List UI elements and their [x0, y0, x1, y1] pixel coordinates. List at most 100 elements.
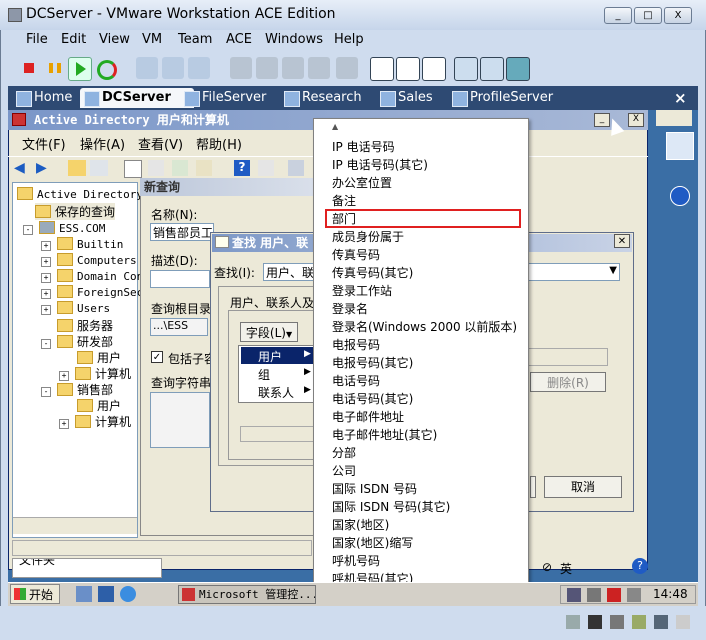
console-icon[interactable]	[336, 57, 358, 79]
field-list-item[interactable]: 呼机号码	[332, 552, 380, 569]
field-list-item[interactable]: 备注	[332, 192, 356, 209]
field-list-item[interactable]: 国家(地区)	[332, 516, 389, 533]
menu-windows[interactable]: Windows	[265, 32, 323, 47]
field-list-item[interactable]: 办公室位置	[332, 174, 392, 191]
field-list-item[interactable]: 国家(地区)缩写	[332, 534, 413, 551]
menu-team[interactable]: Team	[178, 32, 212, 47]
tree-item-domain-controllers[interactable]: + Domain Con	[41, 269, 143, 283]
name-input[interactable]: 销售部员工	[150, 223, 214, 241]
field-list-item[interactable]: 电话号码(其它)	[332, 390, 413, 407]
power-off-icon[interactable]	[24, 63, 34, 73]
field-list-item[interactable]: 登录名	[332, 300, 368, 317]
submenu-item-contact[interactable]: 联系人	[258, 384, 294, 401]
outer-close-buttons[interactable]	[656, 110, 692, 126]
tree-item-computers[interactable]: + Computers	[41, 253, 137, 267]
field-list-item[interactable]: 公司	[332, 462, 356, 479]
expand-icon[interactable]: +	[41, 257, 51, 267]
tree-item-sales-computers[interactable]: + 计算机	[59, 413, 131, 430]
console-view-icon[interactable]	[506, 57, 530, 81]
tree-root[interactable]: Active Directory	[17, 187, 143, 201]
mmc-menu-help[interactable]: 帮助(H)	[196, 134, 242, 153]
back-arrow-icon[interactable]: ◀	[14, 160, 30, 176]
search-icon[interactable]	[666, 132, 694, 160]
refresh-icon[interactable]	[172, 160, 188, 176]
expand-icon[interactable]: +	[59, 419, 69, 429]
quicklaunch-icon[interactable]	[76, 586, 92, 602]
sound-icon[interactable]	[632, 615, 646, 629]
expand-icon[interactable]: +	[41, 289, 51, 299]
tree-saved-queries[interactable]: 保存的查询	[35, 203, 116, 220]
reset-icon[interactable]	[97, 60, 117, 80]
submenu-item-user[interactable]: 用户	[258, 348, 282, 365]
field-list-item[interactable]: 登录名(Windows 2000 以前版本)	[332, 318, 517, 335]
field-list-item[interactable]: IP 电话号码(其它)	[332, 156, 428, 173]
revert-icon[interactable]	[162, 57, 184, 79]
tab-dcserver[interactable]: DCServer	[80, 88, 194, 108]
display-icon[interactable]	[654, 615, 668, 629]
menu-file[interactable]: File	[26, 32, 48, 47]
field-list-item[interactable]: 电报号码	[332, 336, 380, 353]
security-icon[interactable]	[607, 588, 621, 602]
full-screen-icon[interactable]	[422, 57, 446, 81]
network-adapter-icon[interactable]	[588, 615, 602, 629]
messages-icon[interactable]	[676, 615, 690, 629]
cancel-button[interactable]: 取消	[544, 476, 622, 498]
power-on-icon[interactable]	[76, 62, 86, 76]
close-tab-button[interactable]: ×	[670, 88, 687, 108]
start-button[interactable]: 开始	[10, 584, 60, 604]
menu-edit[interactable]: Edit	[61, 32, 86, 47]
forward-arrow-icon[interactable]: ▶	[36, 160, 52, 176]
appliance-icon[interactable]	[480, 57, 504, 81]
help-icon[interactable]: ?	[632, 558, 648, 574]
tree-horizontal-scrollbar[interactable]	[13, 517, 137, 534]
field-list-item[interactable]: 国际 ISDN 号码(其它)	[332, 498, 450, 515]
tab-profileserver[interactable]: ProfileServer	[448, 88, 580, 108]
submenu-item-group[interactable]: 组	[258, 366, 270, 383]
ok-button-edge[interactable]	[530, 476, 536, 498]
team-power-icon[interactable]	[256, 57, 278, 79]
menu-help[interactable]: Help	[334, 32, 364, 47]
field-list-item[interactable]: 电话号码	[332, 372, 380, 389]
mmc-menu-action[interactable]: 操作(A)	[80, 134, 125, 153]
printer-icon[interactable]	[587, 588, 601, 602]
scroll-up-icon[interactable]: ▲	[332, 122, 338, 131]
field-list-item[interactable]: 电子邮件地址	[332, 408, 404, 425]
tree-item-users[interactable]: + Users	[41, 301, 110, 315]
usb-icon[interactable]	[610, 615, 624, 629]
field-list-item[interactable]: 传真号码	[332, 246, 380, 263]
tree-item-builtin[interactable]: + Builtin	[41, 237, 123, 251]
console-tree-icon[interactable]	[258, 160, 274, 176]
tree-item-sales[interactable]: - 销售部	[41, 381, 113, 398]
menu-vm[interactable]: VM	[142, 32, 162, 47]
field-list-item[interactable]: 分部	[332, 444, 356, 461]
help-icon[interactable]: ?	[234, 160, 250, 176]
expand-icon[interactable]: +	[41, 305, 51, 315]
summary-icon[interactable]	[454, 57, 478, 81]
tree-item-sales-users[interactable]: 用户	[77, 397, 121, 414]
description-input[interactable]	[150, 270, 210, 288]
network-icon[interactable]	[567, 588, 581, 602]
team-suspend-icon[interactable]	[282, 57, 304, 79]
menu-view[interactable]: View	[99, 32, 130, 47]
tree-item-servers[interactable]: 服务器	[57, 317, 113, 334]
remove-button[interactable]: 删除(R)	[530, 372, 606, 392]
desktop-icon[interactable]	[98, 586, 114, 602]
up-folder-icon[interactable]	[68, 160, 86, 176]
ie-icon[interactable]	[120, 586, 136, 602]
find-close-button[interactable]: ✕	[614, 234, 630, 248]
expand-icon[interactable]: +	[41, 241, 51, 251]
field-list-item[interactable]: 传真号码(其它)	[332, 264, 413, 281]
tree-item-rd-computers[interactable]: + 计算机	[59, 365, 131, 382]
copy-icon[interactable]	[148, 160, 164, 176]
field-list-item[interactable]: 电子邮件地址(其它)	[332, 426, 437, 443]
field-list-item[interactable]: 登录工作站	[332, 282, 392, 299]
field-list-item[interactable]: IP 电话号码	[332, 138, 395, 155]
sidebar-icon[interactable]	[370, 57, 394, 81]
collapse-icon[interactable]: -	[41, 387, 51, 397]
mmc-close-button[interactable]: X	[628, 113, 644, 127]
minimize-button[interactable]: _	[604, 7, 632, 24]
team-reset-icon[interactable]	[308, 57, 330, 79]
volume-icon[interactable]	[627, 588, 641, 602]
suspend-icon[interactable]	[49, 63, 61, 73]
menu-ace[interactable]: ACE	[226, 32, 252, 47]
